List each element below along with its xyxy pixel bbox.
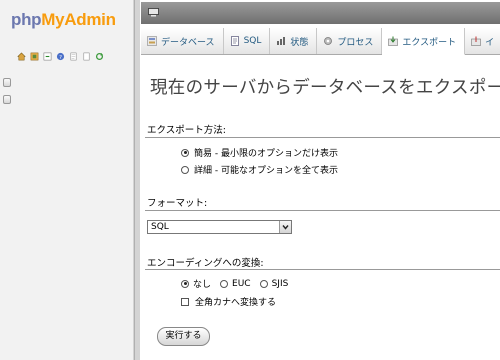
server-breadcrumb-bar — [141, 2, 500, 24]
tab-label: SQL — [243, 36, 262, 46]
database-list-icon[interactable] — [30, 52, 39, 61]
documentation-icon[interactable] — [69, 52, 78, 61]
tab-export[interactable]: エクスポート — [382, 28, 466, 55]
database-icon[interactable] — [3, 95, 11, 104]
nav-icon-bar: ? — [17, 52, 104, 61]
export-method-label: エクスポート方法: — [147, 125, 226, 136]
reload-icon[interactable] — [95, 52, 104, 61]
import-icon — [471, 36, 481, 46]
tab-import[interactable]: イ — [465, 28, 500, 54]
checkbox-label: 全角カナへ変換する — [195, 298, 277, 308]
section-divider — [145, 210, 500, 211]
phpmyadmin-logo[interactable]: phpMyAdmin — [11, 10, 116, 30]
radio-label: 詳細 - 可能なオプションを全て表示 — [194, 166, 338, 176]
home-icon[interactable] — [17, 52, 26, 61]
page-title: 現在のサーバからデータベースをエクスポート — [150, 78, 500, 98]
radio-custom[interactable] — [181, 165, 189, 174]
process-icon — [324, 37, 333, 45]
radio-label: EUC — [232, 278, 251, 289]
tab-processes[interactable]: プロセス — [317, 28, 383, 54]
sql-icon — [230, 36, 239, 46]
radio-label: なし — [193, 280, 212, 290]
format-select-value: SQL — [151, 222, 169, 232]
export-icon — [388, 36, 399, 46]
tab-label: イ — [485, 37, 495, 48]
tab-status[interactable]: 状態 — [270, 28, 318, 54]
encoding-label: エンコーディングへの変換: — [147, 258, 264, 269]
database-icon[interactable] — [3, 78, 11, 87]
kana-convert-option[interactable]: 全角カナへ変換する — [181, 295, 276, 308]
radio-label: 簡易 - 最小限のオプションだけ表示 — [194, 149, 338, 159]
section-divider — [145, 269, 500, 270]
query-window-icon[interactable] — [43, 52, 52, 61]
encoding-options: なし EUC SJIS — [181, 277, 297, 290]
navigation-frame: phpMyAdmin ? — [0, 0, 133, 360]
chevron-down-icon[interactable] — [279, 221, 291, 233]
logo-myadmin: MyAdmin — [41, 10, 116, 29]
radio-encoding-euc[interactable] — [220, 279, 229, 288]
status-icon — [277, 37, 286, 45]
tab-label: 状態 — [290, 37, 309, 48]
format-select[interactable]: SQL — [147, 220, 292, 234]
logo-php: php — [11, 10, 42, 29]
tab-label: エクスポート — [402, 37, 457, 48]
tab-sql[interactable]: SQL — [224, 28, 271, 54]
go-button[interactable]: 実行する — [157, 327, 210, 346]
svg-text:?: ? — [59, 55, 62, 61]
radio-encoding-none[interactable] — [181, 279, 189, 288]
docs-sql-icon[interactable] — [82, 52, 91, 61]
export-method-custom-option[interactable]: 詳細 - 可能なオプションを全て表示 — [181, 163, 338, 176]
tab-databases[interactable]: データベース — [141, 28, 224, 54]
database-icon — [147, 36, 157, 46]
help-icon[interactable]: ? — [56, 52, 65, 61]
radio-encoding-sjis[interactable] — [259, 279, 268, 288]
section-divider — [145, 137, 500, 138]
kana-convert-checkbox[interactable] — [181, 297, 189, 306]
server-icon — [148, 8, 159, 17]
radio-quick[interactable] — [181, 148, 189, 157]
format-label: フォーマット: — [147, 198, 208, 209]
frame-divider-line — [134, 0, 135, 360]
tab-label: データベース — [161, 37, 215, 48]
tab-label: プロセス — [337, 37, 374, 48]
radio-label: SJIS — [271, 278, 289, 289]
export-method-quick-option[interactable]: 簡易 - 最小限のオプションだけ表示 — [181, 146, 338, 159]
main-frame: データベース SQL 状態 プロセス エクスポート イ 現在のサーバからデータベ… — [141, 0, 500, 360]
server-tabs: データベース SQL 状態 プロセス エクスポート イ — [141, 28, 500, 55]
